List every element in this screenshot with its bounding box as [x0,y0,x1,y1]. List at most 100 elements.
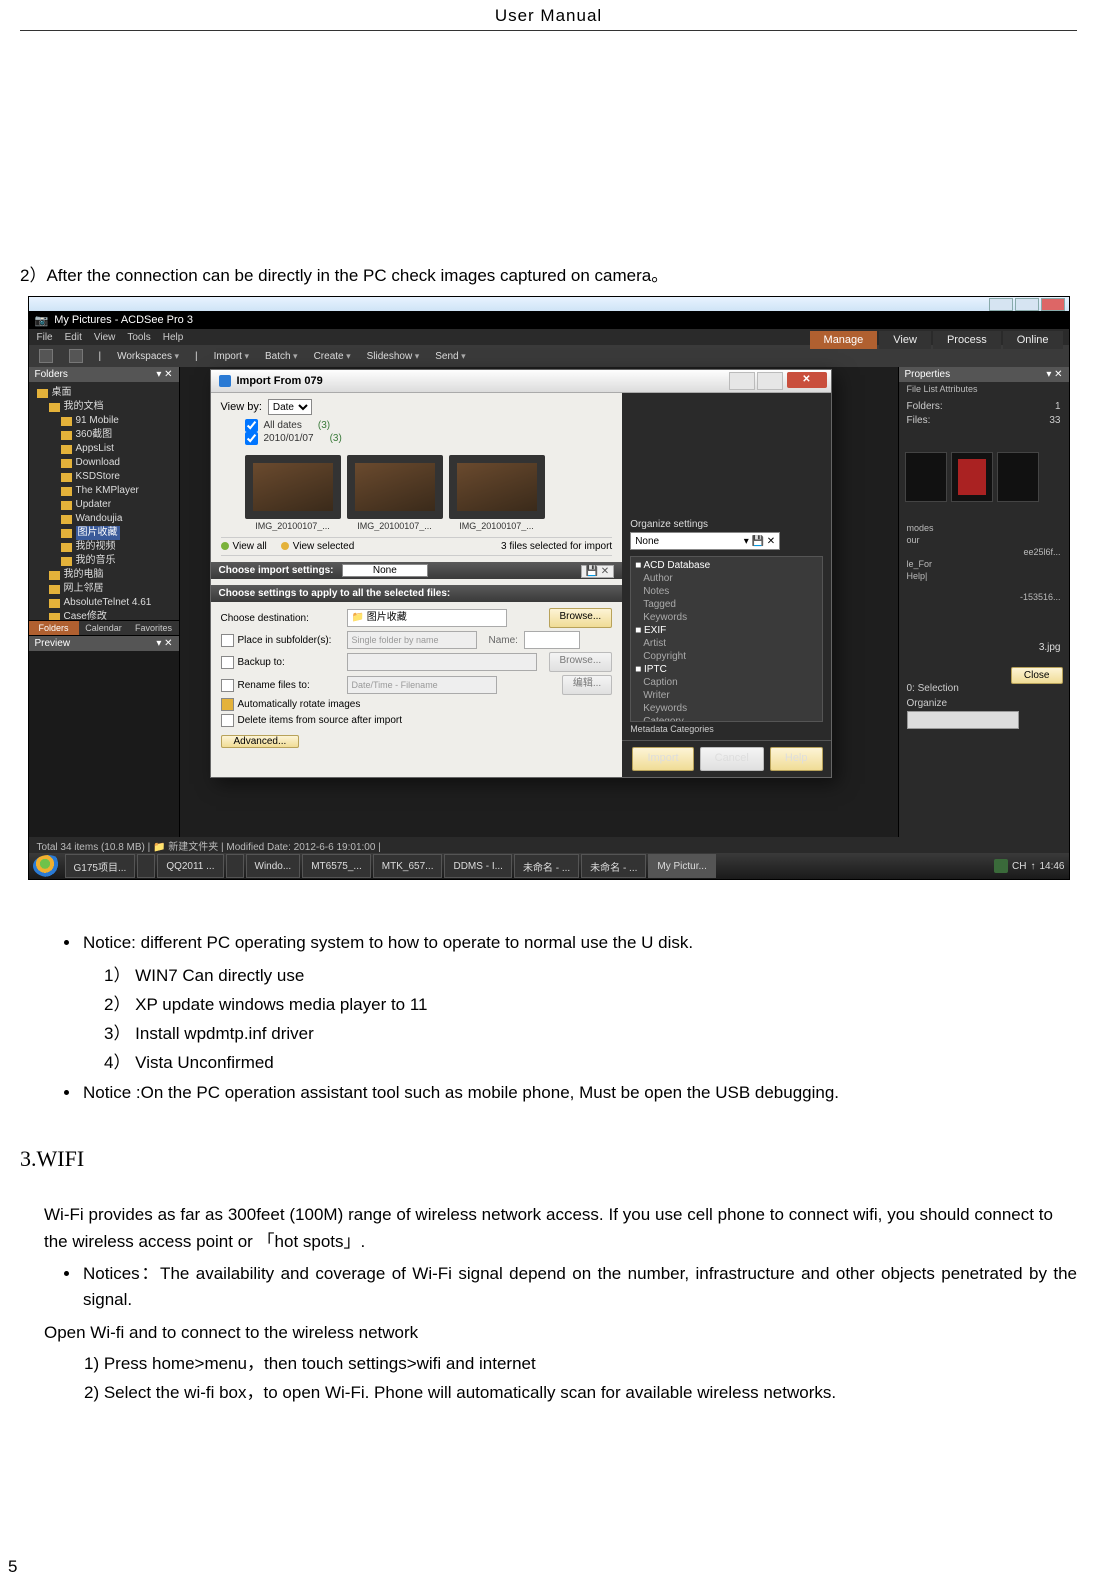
delete-src-label: Delete items from source after import [221,714,403,727]
dest-label: Choose destination: [221,613,341,624]
toolbar-fwd-icon[interactable] [69,349,83,363]
ltab-favorites[interactable]: Favorites [129,621,179,635]
task-7[interactable]: MTK_657... [373,854,443,878]
backup-browse-button[interactable]: Browse... [549,652,613,672]
view-selected-toggle[interactable]: View selected [281,541,355,552]
task-9[interactable]: 未命名 - ... [514,854,579,878]
rthumb-1[interactable] [905,452,947,502]
import-dialog: Import From 079 ✕ View by: Date All date… [210,369,832,778]
chk-delete-src[interactable] [221,714,234,727]
advanced-button[interactable]: Advanced... [221,735,300,748]
viewby-select[interactable]: Date [268,399,312,415]
tb-workspaces[interactable]: Workspaces [117,351,179,362]
bullet-dot-icon [64,940,69,945]
subfolder-label: Place in subfolder(s): [221,634,341,647]
ltab-folders[interactable]: Folders [29,621,79,635]
thumb-2[interactable] [347,455,443,519]
task-8[interactable]: DDMS - I... [444,854,511,878]
properties-header: Properties▾ ✕ [899,367,1069,382]
task-1[interactable]: G175项目... [65,854,136,878]
tb-slideshow[interactable]: Slideshow [367,351,420,362]
task-5[interactable]: Windo... [246,854,301,878]
dialog-title-bar: Import From 079 ✕ [211,370,831,393]
organize-box[interactable] [907,711,1019,729]
app-title-bar: 📷 My Pictures - ACDSee Pro 3 [29,311,1069,329]
tb-send[interactable]: Send [435,351,465,362]
step-xp: 2） XP update windows media player to 11 [104,991,1077,1020]
tab-online[interactable]: Online [1003,331,1063,349]
dialog-min-icon[interactable] [729,372,755,390]
right-ext: 3.jpg [899,642,1069,653]
right-num: -153516... [899,592,1069,602]
name-input[interactable] [524,631,580,649]
task-6[interactable]: MT6575_... [302,854,371,878]
chk-auto-rotate[interactable] [221,698,234,711]
chk-date[interactable] [245,432,258,445]
browse-button[interactable]: Browse... [549,608,613,628]
acdsee-screenshot: 📷 My Pictures - ACDSee Pro 3 File Edit V… [28,296,1070,880]
view-all-toggle[interactable]: View all [221,541,267,552]
notice-udisk: Notice: different PC operating system to… [83,930,693,956]
right-thumbs [899,432,1069,522]
import-button[interactable]: Import [632,747,693,771]
tray-clock: 14:46 [1039,861,1064,872]
organize-select[interactable]: None▾ 💾 ✕ [630,532,780,550]
start-button-icon[interactable] [33,855,63,877]
chk-all-dates[interactable] [245,419,258,432]
thumb-1[interactable] [245,455,341,519]
rename-select[interactable]: Date/Time - Filename [347,676,497,694]
rename-edit-button[interactable]: 编辑... [562,675,612,695]
tb-batch[interactable]: Batch [265,351,298,362]
task-4[interactable] [226,854,244,878]
dialog-max-icon[interactable] [757,372,783,390]
tb-import[interactable]: Import [214,351,249,362]
menu-file[interactable]: File [37,332,53,343]
properties-values: Folders:1 Files:33 [899,396,1069,432]
rthumb-2[interactable] [951,452,993,502]
selected-count: 3 files selected for import [501,541,612,552]
chk-rename[interactable] [221,679,234,692]
import-settings-select[interactable]: None [342,564,428,577]
step-vista: 4） Vista Unconfirmed [104,1049,1077,1078]
subfolder-select[interactable]: Single folder by name [347,631,477,649]
dialog-thumbs: IMG_20100107_... IMG_20100107_... IMG_20… [245,455,613,531]
tray-icon[interactable] [994,859,1008,873]
tab-manage[interactable]: Manage [810,331,878,349]
right-small-text: modes our ee25l6f... le_For Help| [899,522,1069,582]
menu-tools[interactable]: Tools [127,332,150,343]
menu-view[interactable]: View [94,332,116,343]
rthumb-3[interactable] [997,452,1039,502]
tab-view[interactable]: View [879,331,931,349]
chk-backup[interactable] [221,656,234,669]
folders-header: Folders▾ ✕ [29,367,179,382]
toolbar-back-icon[interactable] [39,349,53,363]
win-close-icon[interactable] [1041,298,1065,311]
cancel-button[interactable]: Cancel [700,747,764,771]
close-button[interactable]: Close [1011,667,1063,684]
dialog-close-button[interactable]: ✕ [787,372,827,388]
organize-label: Organize [899,696,1069,711]
chk-subfolder[interactable] [221,634,234,647]
thumb-3[interactable] [449,455,545,519]
help-button[interactable]: Help [770,747,823,771]
task-11[interactable]: My Pictur... [648,854,715,878]
metadata-list[interactable]: ■ ACD DatabaseAuthorNotesTaggedKeywords■… [630,556,822,722]
ltab-calendar[interactable]: Calendar [79,621,129,635]
backup-input[interactable] [347,653,537,671]
dest-input[interactable]: 📁 图片收藏 [347,609,507,627]
task-3[interactable]: QQ2011 ... [157,854,223,878]
thumb-3-cap: IMG_20100107_... [449,521,545,531]
task-10[interactable]: 未命名 - ... [581,854,646,878]
wifi-open-line: Open Wi-fi and to connect to the wireles… [44,1320,1053,1346]
menu-edit[interactable]: Edit [65,332,82,343]
center-panel: Import From 079 ✕ View by: Date All date… [180,367,898,837]
win-min-icon[interactable] [989,298,1013,311]
tb-create[interactable]: Create [314,351,351,362]
win-chrome-top [29,297,1069,311]
tab-process[interactable]: Process [933,331,1001,349]
folder-tree[interactable]: 桌面我的文档91 Mobile360截图AppsListDownloadKSDS… [29,382,179,620]
task-2[interactable] [137,854,155,878]
win-max-icon[interactable] [1015,298,1039,311]
menu-help[interactable]: Help [163,332,184,343]
backup-label: Backup to: [221,656,341,669]
